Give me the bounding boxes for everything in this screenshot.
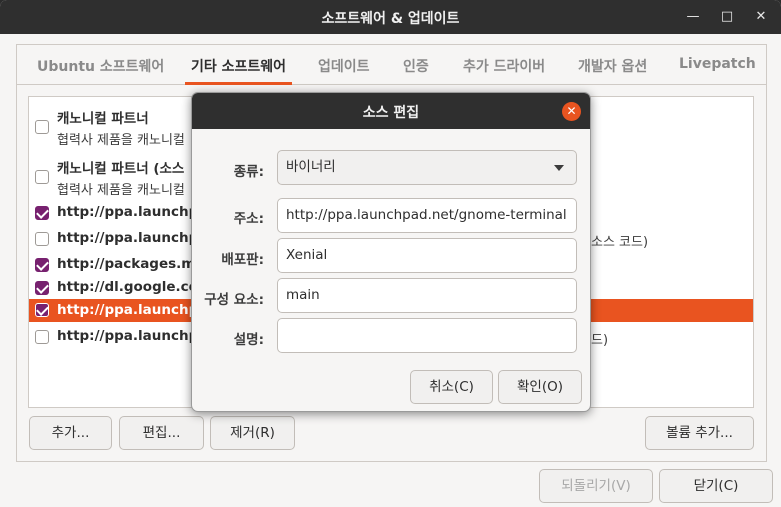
dialog-title: 소스 편집: [362, 105, 420, 121]
source-suffix: 드): [591, 333, 609, 348]
source-title: 캐노니컬 파트너 (소스: [57, 161, 185, 177]
dialog-title-bar: 소스 편집 ✕: [192, 93, 590, 129]
source-checkbox[interactable]: [35, 281, 49, 295]
type-label: 종류:: [233, 164, 264, 180]
tab-bar: Ubuntu 소프트웨어 기타 소프트웨어 업데이트 인증 추가 드라이버 개발…: [17, 45, 766, 85]
remove-source-button[interactable]: 제거(R): [210, 416, 295, 450]
source-checkbox[interactable]: [35, 170, 49, 184]
tab-authentication[interactable]: 인증: [403, 56, 429, 76]
cancel-button[interactable]: 취소(C): [410, 370, 493, 404]
distribution-input[interactable]: Xenial: [277, 238, 577, 273]
source-checkbox[interactable]: [35, 232, 49, 246]
edit-source-button[interactable]: 편집...: [119, 416, 204, 450]
uri-input[interactable]: http://ppa.launchpad.net/gnome-terminal: [277, 198, 577, 233]
close-icon[interactable]: ✕: [751, 7, 771, 27]
revert-button[interactable]: 되돌리기(V): [539, 469, 653, 503]
edit-source-dialog: 소스 편집 ✕ 종류: 바이너리 주소: http://ppa.launchpa…: [191, 92, 591, 412]
add-source-button[interactable]: 추가...: [29, 416, 112, 450]
comment-label: 설명:: [233, 332, 264, 348]
components-input[interactable]: main: [277, 278, 577, 313]
tab-developer-options[interactable]: 개발자 옵션: [578, 56, 647, 76]
uri-label: 주소:: [233, 211, 264, 227]
tab-updates[interactable]: 업데이트: [318, 56, 370, 76]
source-title: http://ppa.launchp: [57, 328, 199, 344]
tab-ubuntu-software[interactable]: Ubuntu 소프트웨어: [37, 56, 164, 76]
source-checkbox[interactable]: [35, 330, 49, 344]
minimize-icon[interactable]: —: [683, 7, 703, 27]
source-title: http://ppa.launchp: [57, 302, 199, 318]
comment-input[interactable]: [277, 318, 577, 353]
source-title: http://ppa.launchp: [57, 230, 199, 246]
components-label: 구성 요소:: [204, 292, 264, 308]
add-volume-button[interactable]: 볼륨 추가...: [645, 416, 754, 450]
type-value: 바이너리: [286, 159, 336, 175]
source-title: http://dl.google.co: [57, 279, 198, 295]
source-checkbox[interactable]: [35, 258, 49, 272]
source-checkbox[interactable]: [35, 120, 49, 134]
close-button[interactable]: 닫기(C): [659, 469, 773, 503]
source-title: 캐노니컬 파트너: [57, 111, 149, 127]
tab-other-software[interactable]: 기타 소프트웨어: [184, 56, 293, 85]
dialog-close-icon[interactable]: ✕: [562, 102, 581, 121]
chevron-down-icon: [554, 165, 564, 171]
ok-button[interactable]: 확인(O): [498, 370, 582, 404]
distribution-label: 배포판:: [221, 252, 264, 268]
source-suffix: 소스 코드): [591, 235, 649, 250]
type-combo[interactable]: 바이너리: [277, 150, 577, 185]
source-description: 협력사 제품을 캐노니컬: [57, 133, 185, 148]
title-bar: 소프트웨어 & 업데이트 — □ ✕: [0, 0, 781, 34]
source-description: 협력사 제품을 캐노니컬: [57, 183, 185, 198]
source-title: http://packages.mi: [57, 256, 200, 272]
window-title: 소프트웨어 & 업데이트: [321, 11, 460, 27]
source-title: http://ppa.launchp: [57, 204, 199, 220]
tab-additional-drivers[interactable]: 추가 드라이버: [463, 56, 545, 76]
maximize-icon[interactable]: □: [717, 7, 737, 27]
source-checkbox[interactable]: [35, 303, 49, 317]
source-checkbox[interactable]: [35, 206, 49, 220]
tab-livepatch[interactable]: Livepatch: [679, 56, 756, 72]
